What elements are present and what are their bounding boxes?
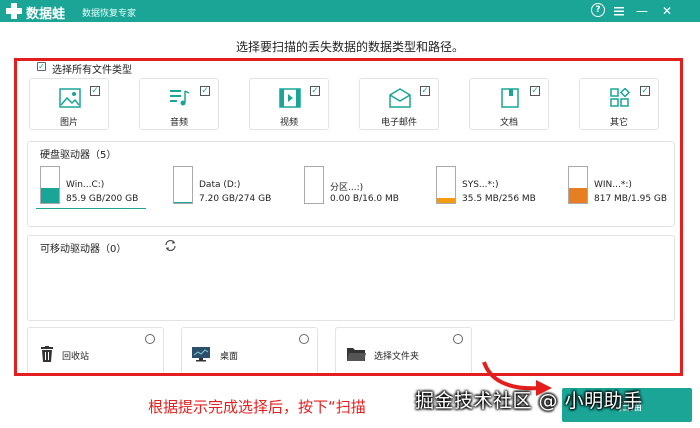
help-button[interactable]: ? <box>591 3 605 17</box>
watermark: 掘金技术社区 @ 小明助手 <box>415 390 643 412</box>
app-subtitle: 数据恢复专家 <box>82 9 137 19</box>
app-logo-icon <box>6 3 22 19</box>
app-name: 数据蛙 <box>26 7 66 22</box>
close-button[interactable]: ✕ <box>659 3 675 19</box>
menu-button[interactable] <box>611 3 627 19</box>
minimize-button[interactable]: — <box>634 3 650 19</box>
menu-icon <box>614 7 624 16</box>
instruction-text: 选择要扫描的丢失数据的数据类型和路径。 <box>235 40 464 54</box>
annotation-note: 根据提示完成选择后，按下“扫描 <box>148 398 366 416</box>
annotation-frame <box>14 58 683 376</box>
title-bar: 数据蛙 数据恢复专家 ? — ✕ <box>0 0 700 22</box>
